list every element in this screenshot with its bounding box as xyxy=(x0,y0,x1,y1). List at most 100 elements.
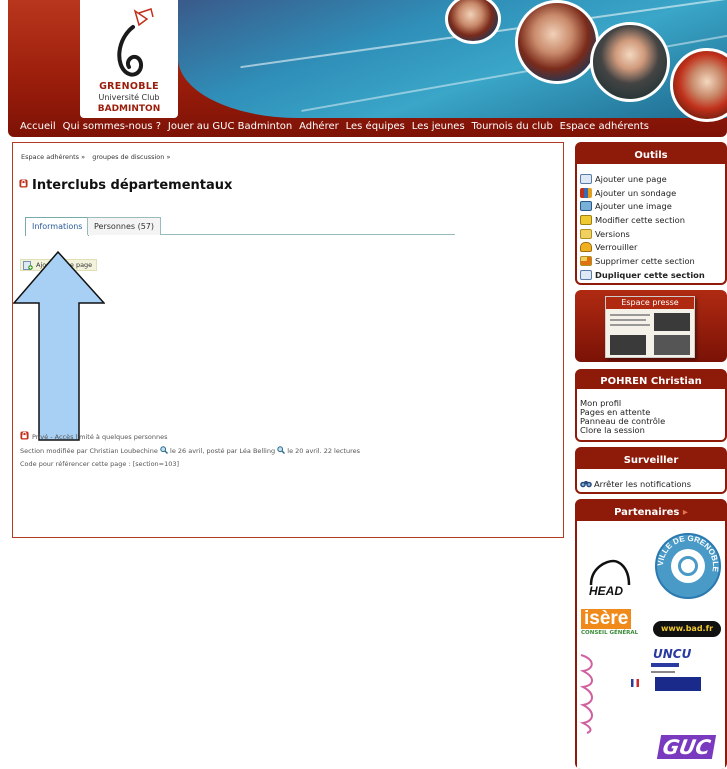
magnifier-icon[interactable] xyxy=(277,445,286,454)
profile-name: POHREN Christian xyxy=(600,376,702,387)
main-nav: Accueil Qui sommes-nous ? Jouer au GUC B… xyxy=(20,121,653,132)
uncu-bar xyxy=(651,663,679,667)
partner-azalee-logo[interactable] xyxy=(577,649,601,735)
tool-label: Supprimer cette section xyxy=(595,256,695,267)
modified-line: Section modifiée par Christian Loubechin… xyxy=(20,445,360,459)
reference-line: Code pour référencer cette page : [secti… xyxy=(20,460,180,468)
profile-links: Mon profil Pages en attente Panneau de c… xyxy=(577,389,725,440)
private-lock-icon xyxy=(20,431,29,440)
svg-text:VILLE DE GRENOBLE: VILLE DE GRENOBLE xyxy=(656,534,720,573)
tools-panel: Outils Ajouter une page Ajouter un sonda… xyxy=(575,142,727,285)
page-metadata: Privé - Accès limité à quelques personne… xyxy=(20,431,360,472)
binoculars-icon xyxy=(580,481,592,488)
head-logo-icon: HEAD xyxy=(589,559,631,598)
newspaper-line xyxy=(610,314,650,316)
partner-head-logo[interactable]: HEAD xyxy=(585,557,645,598)
logo-line-universite: Université Club xyxy=(98,93,160,102)
tools-title: Outils xyxy=(634,150,668,161)
link-clore-la-session[interactable]: Clore la session xyxy=(580,426,725,435)
profile-panel: POHREN Christian Mon profil Pages en att… xyxy=(575,369,727,442)
nav-jouer[interactable]: Jouer au GUC Badminton xyxy=(168,121,292,132)
partner-guc-logo[interactable]: GUC xyxy=(656,735,717,763)
versions-icon xyxy=(580,228,592,239)
tool-label: Ajouter un sondage xyxy=(595,187,677,198)
tab-personnes[interactable]: Personnes (57) xyxy=(87,217,162,235)
partners-title-text: Partenaires xyxy=(614,507,680,518)
nav-equipes[interactable]: Les équipes xyxy=(346,121,405,132)
modified-date-text: le 26 avril, posté par Léa Belling xyxy=(170,446,276,455)
watch-panel: Surveiller Arrêter les notifications xyxy=(575,447,727,494)
partner-ministry-logo[interactable] xyxy=(631,677,705,693)
add-image-icon xyxy=(580,201,592,212)
guc-text: GUC xyxy=(656,735,717,759)
uncu-text: UNCU xyxy=(653,647,692,661)
partner-badfr-logo[interactable]: www.bad.fr xyxy=(653,621,721,637)
newspaper-photo xyxy=(654,313,690,331)
ministry-block xyxy=(655,677,701,691)
head-logo-text: HEAD xyxy=(589,584,623,597)
isere-text: isère xyxy=(581,609,632,629)
watch-body: Arrêter les notifications xyxy=(577,469,725,492)
club-logo[interactable]: GRENOBLE Université Club BADMINTON xyxy=(80,0,178,118)
lock-icon xyxy=(580,242,592,253)
tool-label: Ajouter une page xyxy=(595,174,667,184)
newspaper-line xyxy=(610,319,646,321)
shuttlecock-six-logo-icon xyxy=(117,8,154,77)
nav-jeunes[interactable]: Les jeunes xyxy=(412,121,465,132)
tool-edit-section[interactable]: Modifier cette section xyxy=(580,215,725,229)
watch-title: Surveiller xyxy=(623,455,679,466)
badfr-text: www.bad.fr xyxy=(661,624,714,633)
tools-list: Ajouter une page Ajouter un sondage Ajou… xyxy=(577,164,725,283)
add-poll-icon xyxy=(580,187,592,198)
tool-duplicate-section[interactable]: Dupliquer cette section xyxy=(580,269,725,284)
nav-accueil[interactable]: Accueil xyxy=(20,121,56,132)
delete-icon xyxy=(580,256,592,267)
magnifier-icon[interactable] xyxy=(160,445,168,454)
blue-up-arrow-annotation xyxy=(13,251,105,441)
site-header: GRENOBLE Université Club BADMINTON Accue… xyxy=(8,0,727,137)
press-space-banner[interactable]: Espace presse xyxy=(575,290,727,362)
posted-date-text: le 20 avril. 22 lectures xyxy=(287,446,361,455)
partners-panel: Partenaires ▸ HEAD VILLE DE GRENOBLE isè… xyxy=(575,499,727,769)
nav-tournois[interactable]: Tournois du club xyxy=(472,121,553,132)
nav-adherer[interactable]: Adhérer xyxy=(299,121,339,132)
uncu-subline xyxy=(651,671,675,673)
partner-isere-logo[interactable]: isère CONSEIL GÉNÉRAL xyxy=(581,609,647,639)
tool-add-poll[interactable]: Ajouter un sondage xyxy=(580,187,725,202)
tool-label: Dupliquer cette section xyxy=(595,269,705,280)
page-title: Interclubs départementaux xyxy=(19,178,232,193)
edit-icon xyxy=(580,215,592,226)
tool-add-image[interactable]: Ajouter une image xyxy=(580,201,725,215)
partners-logos: HEAD VILLE DE GRENOBLE isère CONSEIL GÉN… xyxy=(577,521,725,769)
logo-line-badminton: BADMINTON xyxy=(97,104,161,114)
privacy-line: Privé - Accès limité à quelques personne… xyxy=(20,431,360,445)
newspaper-line xyxy=(610,324,650,326)
press-title: Espace presse xyxy=(606,297,694,309)
player-photo-3 xyxy=(590,22,670,102)
french-flag-icon xyxy=(631,679,639,687)
tab-informations[interactable]: Informations xyxy=(25,217,90,236)
newspaper-icon: Espace presse xyxy=(605,296,695,358)
logo-line-grenoble: GRENOBLE xyxy=(99,81,159,92)
modified-by-text: Section modifiée par Christian Loubechin… xyxy=(20,446,158,455)
nav-espace-adherents[interactable]: Espace adhérents xyxy=(560,121,649,132)
breadcrumb: Espace adhérents » groupes de discussion… xyxy=(21,153,175,161)
partners-arrow-icon: ▸ xyxy=(682,507,688,518)
breadcrumb-espace-adherents[interactable]: Espace adhérents » xyxy=(21,153,85,161)
tool-label: Verrouiller xyxy=(595,242,638,253)
tool-delete-section[interactable]: Supprimer cette section xyxy=(580,256,725,270)
stop-notifications-link[interactable]: Arrêter les notifications xyxy=(580,479,725,493)
newspaper-photo xyxy=(610,335,646,355)
grenoble-ring-text: VILLE DE GRENOBLE xyxy=(656,534,720,573)
breadcrumb-groupes[interactable]: groupes de discussion » xyxy=(92,153,170,161)
partner-grenoble-logo[interactable]: VILLE DE GRENOBLE xyxy=(655,533,721,599)
tool-label: Versions xyxy=(595,228,630,239)
isere-subtext: CONSEIL GÉNÉRAL xyxy=(581,630,639,636)
tool-lock[interactable]: Verrouiller xyxy=(580,242,725,256)
tool-add-page[interactable]: Ajouter une page xyxy=(580,174,725,188)
private-lock-icon xyxy=(19,179,28,188)
main-content: Espace adhérents » groupes de discussion… xyxy=(12,142,564,538)
duplicate-icon xyxy=(580,269,592,280)
tool-versions[interactable]: Versions xyxy=(580,228,725,243)
nav-qui-sommes-nous[interactable]: Qui sommes-nous ? xyxy=(63,121,161,132)
